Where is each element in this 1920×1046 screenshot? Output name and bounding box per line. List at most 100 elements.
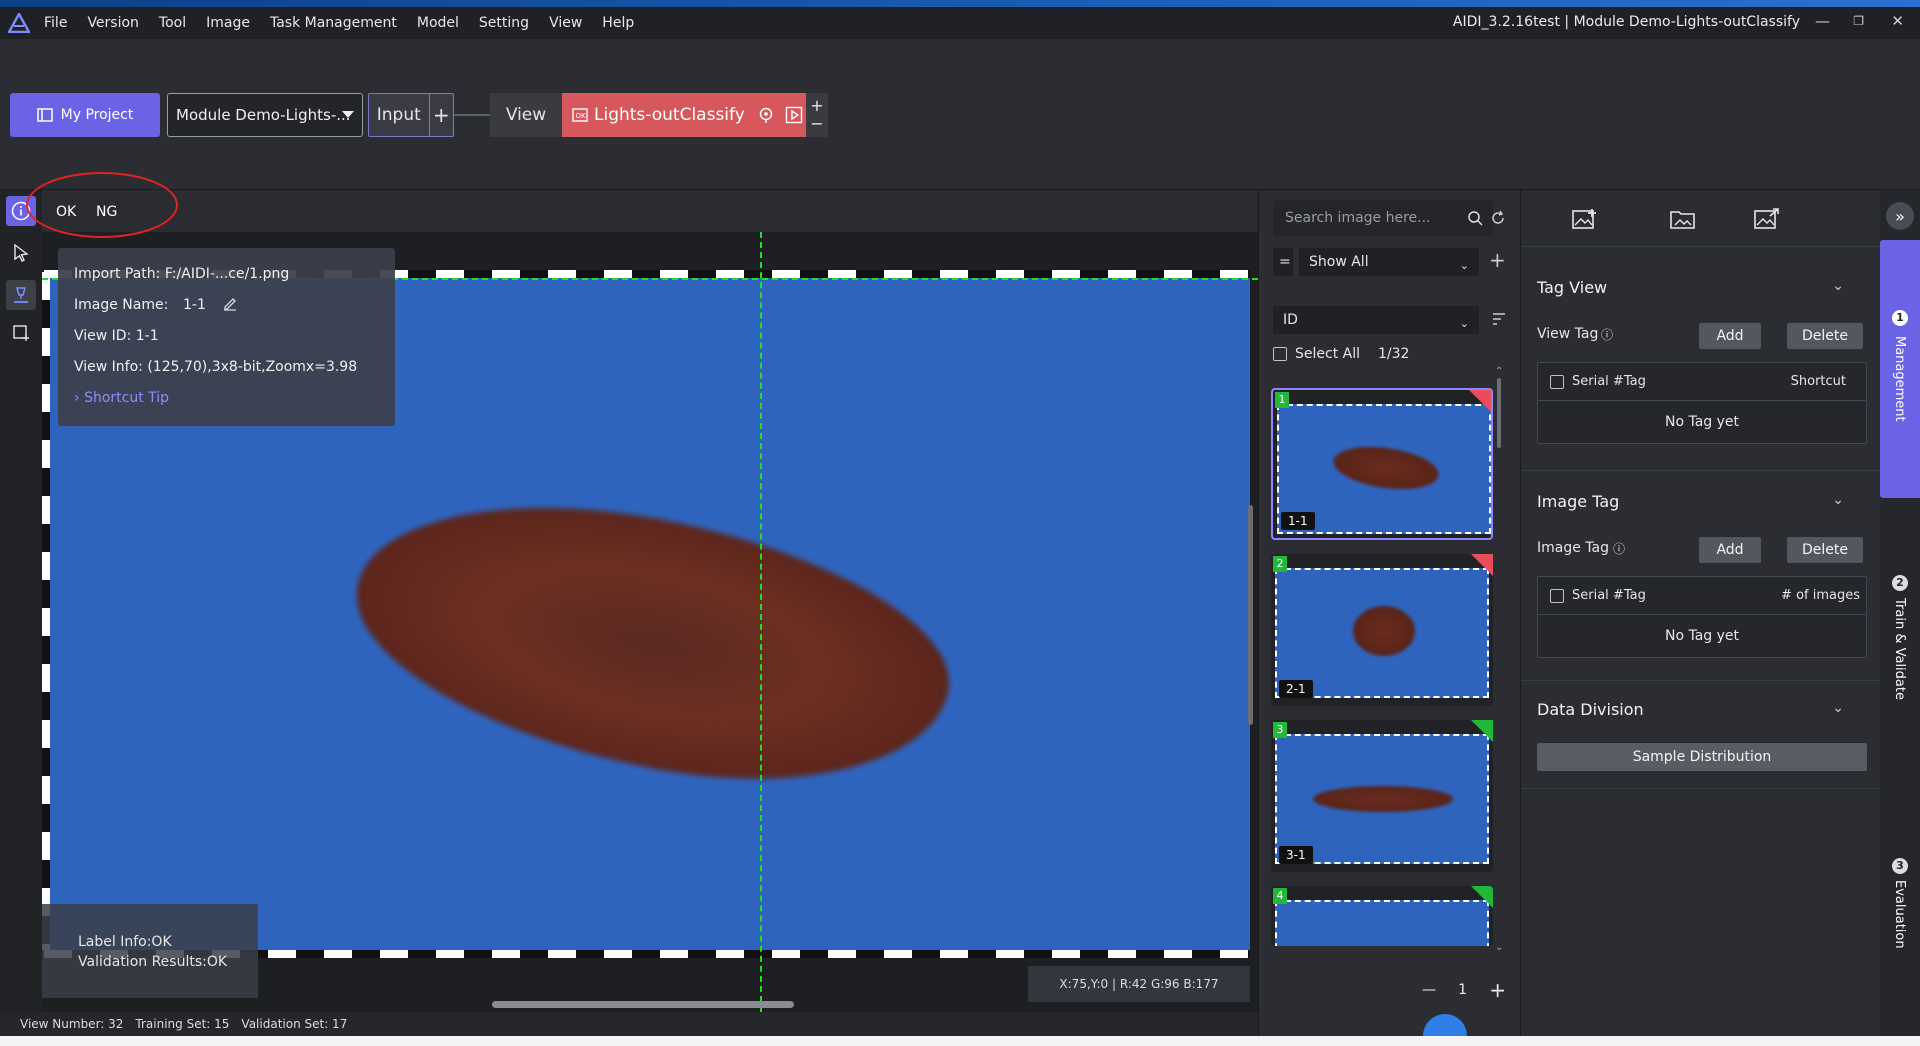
- page-decrement-button[interactable]: —: [1422, 982, 1436, 998]
- left-border-dash: [42, 272, 50, 950]
- select-all-checkbox[interactable]: Select All 1/32: [1273, 346, 1409, 362]
- sort-select[interactable]: ID ⌄: [1273, 306, 1479, 334]
- col-image-count: # of images: [1781, 588, 1860, 603]
- defect-sample: [334, 465, 970, 821]
- select-all-label: Select All: [1295, 346, 1360, 362]
- project-select[interactable]: Module Demo-Lights-...: [167, 93, 363, 137]
- menu-setting[interactable]: Setting: [469, 15, 539, 31]
- add-filter-button[interactable]: +: [1489, 248, 1506, 272]
- info-icon[interactable]: ⓘ: [1613, 540, 1625, 557]
- import-folder-button[interactable]: [1663, 204, 1703, 234]
- thumbnail-index: 3: [1273, 722, 1287, 738]
- filter-toggle[interactable]: =: [1273, 248, 1293, 276]
- bottom-strip: [0, 1036, 1920, 1046]
- page-increment-button[interactable]: +: [1489, 978, 1506, 1002]
- minimize-icon[interactable]: —: [1815, 12, 1830, 30]
- label-tool-button[interactable]: [6, 280, 36, 310]
- chevron-down-icon[interactable]: ⌄: [1832, 700, 1844, 716]
- delete-view-tag-button[interactable]: Delete: [1787, 323, 1863, 349]
- col-shortcut: Shortcut: [1790, 374, 1846, 389]
- image-name-value: 1-1: [183, 297, 206, 313]
- input-node-label: Input: [369, 94, 430, 136]
- scroll-top-icon[interactable]: ⌃: [1495, 366, 1503, 377]
- sort-select-value: ID: [1283, 312, 1298, 328]
- export-image-button[interactable]: [1747, 204, 1787, 234]
- add-image-tag-button[interactable]: Add: [1699, 537, 1761, 563]
- thumbnail-item[interactable]: 2 2-1: [1271, 554, 1493, 706]
- image-name-label: Image Name:: [74, 297, 169, 313]
- checkbox-icon: [1273, 347, 1287, 361]
- chevron-down-icon[interactable]: ⌄: [1832, 492, 1844, 508]
- delete-image-tag-button[interactable]: Delete: [1787, 537, 1863, 563]
- vertical-scrollbar[interactable]: [1248, 505, 1253, 725]
- thumbnail-index: 2: [1273, 556, 1287, 572]
- chevron-down-icon: ⌄: [1459, 259, 1469, 272]
- step-label: Train & Validate: [1892, 598, 1907, 700]
- os-top-bar: [0, 0, 1920, 7]
- sample-distribution-button[interactable]: Sample Distribution: [1537, 743, 1867, 771]
- add-image-icon: [1572, 209, 1596, 229]
- menu-help[interactable]: Help: [592, 15, 644, 31]
- assistant-bird-icon[interactable]: [1423, 1014, 1467, 1036]
- thumbnail-item[interactable]: 1 1-1: [1271, 388, 1493, 540]
- col-serial: Serial #: [1572, 374, 1624, 389]
- refresh-icon[interactable]: [1489, 209, 1507, 227]
- crop-region-tool-button[interactable]: [6, 318, 36, 348]
- thumbnail-name: 1-1: [1281, 512, 1315, 530]
- label-pen-icon: [14, 287, 28, 303]
- search-icon[interactable]: [1467, 210, 1483, 226]
- remove-module-button[interactable]: −: [810, 115, 823, 133]
- col-tag: Tag: [1623, 588, 1646, 603]
- label-info-text: Label Info:OK: [78, 934, 172, 950]
- menu-task-management[interactable]: Task Management: [260, 15, 407, 31]
- module-node-label: Lights-outClassify: [594, 105, 745, 125]
- validation-set-count: Validation Set: 17: [241, 1017, 348, 1031]
- checkbox-icon[interactable]: [1550, 588, 1564, 603]
- view-node[interactable]: View: [490, 93, 562, 137]
- menu-image[interactable]: Image: [196, 15, 260, 31]
- run-module-icon[interactable]: [785, 106, 803, 124]
- view-tag-table: Serial # Tag Shortcut No Tag yet: [1537, 362, 1867, 444]
- menu-tool[interactable]: Tool: [149, 15, 196, 31]
- info-icon[interactable]: ⓘ: [1601, 326, 1613, 343]
- module-add-remove: + −: [806, 93, 828, 137]
- sample-shape: [1330, 440, 1442, 496]
- divider: [1521, 470, 1881, 471]
- add-after-input-button[interactable]: +: [430, 103, 453, 127]
- my-project-button[interactable]: My Project: [10, 93, 160, 137]
- thumbnail-item[interactable]: 4: [1271, 886, 1493, 946]
- show-filter-select[interactable]: Show All ⌄: [1299, 248, 1479, 276]
- locate-icon[interactable]: [757, 106, 775, 124]
- search-input[interactable]: Search image here...: [1273, 200, 1493, 236]
- empty-tags-text: No Tag yet: [1664, 414, 1740, 430]
- module-node[interactable]: OK Lights-outClassify: [562, 93, 806, 137]
- col-serial: Serial #: [1572, 588, 1624, 603]
- step-management[interactable]: 1 Management: [1880, 240, 1920, 498]
- scroll-bottom-icon[interactable]: ⌄: [1495, 942, 1503, 953]
- input-node[interactable]: Input +: [368, 93, 454, 137]
- menu-version[interactable]: Version: [77, 15, 148, 31]
- edit-name-icon[interactable]: [222, 295, 238, 315]
- add-view-tag-button[interactable]: Add: [1699, 323, 1761, 349]
- gallery-scrollbar[interactable]: [1497, 378, 1501, 448]
- import-image-button[interactable]: [1565, 204, 1605, 234]
- shortcut-tip-toggle[interactable]: › Shortcut Tip: [74, 390, 169, 406]
- close-icon[interactable]: ✕: [1891, 12, 1904, 30]
- horizontal-scrollbar[interactable]: [492, 1001, 794, 1008]
- checkbox-icon[interactable]: [1550, 374, 1564, 389]
- menu-model[interactable]: Model: [407, 15, 469, 31]
- vertical-guide: [760, 232, 762, 1012]
- thumbnail-name: 3-1: [1279, 846, 1313, 864]
- add-module-button[interactable]: +: [810, 97, 823, 115]
- image-gallery: Search image here... = Show All ⌄ + ID ⌄…: [1258, 190, 1520, 1036]
- window-title: AIDI_3.2.16test | Module Demo-Lights-out…: [1452, 14, 1800, 30]
- chevron-down-icon[interactable]: ⌄: [1832, 278, 1844, 294]
- menu-file[interactable]: File: [34, 15, 77, 31]
- menu-view[interactable]: View: [539, 15, 592, 31]
- expand-panel-icon[interactable]: »: [1886, 202, 1914, 230]
- restore-icon[interactable]: ❐: [1853, 14, 1864, 28]
- shortcut-tip-label: Shortcut Tip: [84, 390, 170, 406]
- select-tool-button[interactable]: [6, 238, 36, 268]
- sort-order-icon[interactable]: [1491, 312, 1507, 326]
- thumbnail-item[interactable]: 3 3-1: [1271, 720, 1493, 872]
